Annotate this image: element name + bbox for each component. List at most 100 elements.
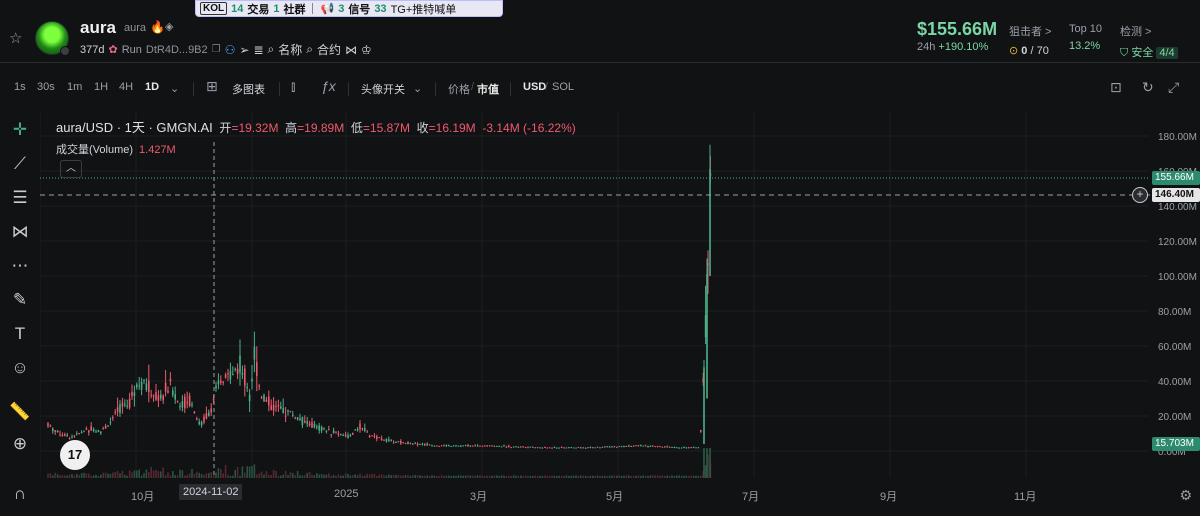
tradingview-logo[interactable]: 17 [60,440,90,470]
toolbar-divider [510,82,511,96]
currency-sol[interactable]: SOL [552,81,574,93]
volume-bar [472,475,474,478]
candle-body [649,446,652,448]
price-toggle[interactable]: 价格 [448,81,470,97]
add-alert-icon[interactable]: + [1132,187,1148,203]
candle-body [306,421,308,424]
candle-type-icon[interactable]: ⫾ [291,78,295,95]
volume-bar [306,472,308,478]
share-icon[interactable]: ⋈ [345,43,357,57]
volume-bar [455,475,457,478]
volume-bar [277,475,280,478]
token-address[interactable]: DtR4D...9B2 [146,44,208,56]
camera-icon[interactable]: ⊡ [1110,79,1122,96]
volume-bar [589,475,592,478]
volume-bar [570,475,572,478]
price-change-row: 24h +190.10% [917,41,997,53]
volume-bar [320,474,323,478]
volume-bar [330,475,332,478]
toolbar-divider [348,82,349,96]
candle-body [121,402,124,407]
interval-1d[interactable]: 1D [145,81,159,93]
candle-body [448,445,450,447]
emoji-icon[interactable]: ☺ [8,356,32,380]
volume-bar [71,474,73,478]
candle-body [584,447,587,449]
x-tick-jul: 7月 [742,491,760,503]
collapse-legend-button[interactable]: ︿ [60,160,82,178]
list-icon[interactable]: ≣ [253,43,263,57]
search-contract-link[interactable]: 合约 [317,41,341,58]
user-icon[interactable]: ⚇ [225,43,236,57]
candle-body [76,433,78,435]
candle-body [428,444,431,446]
volume-bar [532,475,534,478]
x-tick-sep: 9月 [880,491,898,503]
volume-bar [709,448,711,478]
candle-body [282,407,284,413]
x-tick-nov: 11月 [1014,491,1037,503]
copy-icon[interactable]: ❐ [212,44,221,55]
volume-bar [421,475,424,478]
reset-icon[interactable]: ↻ [1142,79,1154,96]
volume-bar [390,475,392,478]
volume-bar [244,472,246,478]
pattern-icon[interactable]: ⋈ [8,220,32,244]
interval-1s[interactable]: 1s [14,81,26,93]
telegram-icon[interactable]: ➢ [239,43,249,57]
chart-canvas[interactable]: 180.00M160.00M140.00M120.00M100.00M80.00… [40,112,1200,516]
interval-1h[interactable]: 1H [94,81,108,93]
candle-body [640,445,642,447]
search-contract-icon[interactable]: ⌕ [306,42,313,57]
candle-body [155,392,157,400]
check-stat[interactable]: 检测 > ⛉ 安全 4/4 [1120,23,1178,60]
volume-bar [260,471,263,478]
interval-1m[interactable]: 1m [67,81,82,93]
volume-bar [404,474,407,478]
kol-banner[interactable]: KOL 14 交易 1 社群 📢 3 信号 33 TG+推特喊单 [195,0,503,17]
interval-4h[interactable]: 4H [119,81,133,93]
range-icon[interactable]: ⋯ [8,254,32,278]
search-name-link[interactable]: 名称 [278,41,302,58]
chart-ohlc-legend: aura/USD · 1天 · GMGN.AI 开=19.32M 高=19.89… [56,117,576,136]
candle-body [347,435,349,439]
mcap-toggle[interactable]: 市值 [477,81,499,97]
add-chart-icon[interactable]: ⊞ [206,78,218,95]
ruler-icon[interactable]: 📏 [8,400,32,424]
top10-label: Top 10 [1069,23,1103,35]
volume-bar [97,475,100,478]
crosshair-icon[interactable]: ✛ [8,118,32,142]
candle-body [703,367,705,444]
token-header: ☆ aura aura 🔥 ◈ 377d ✿ Run DtR4D...9B2 ❐… [0,17,1200,63]
crown-icon[interactable]: ♔ [361,43,372,57]
volume-bar [692,475,695,478]
sniper-stat[interactable]: 狙击者 > ⊙ 0 / 70 [1009,23,1051,57]
volume-bar [88,473,90,478]
text-icon[interactable]: T [8,322,32,346]
candle-body [380,438,383,441]
chart-settings-icon[interactable]: ⚙ [1179,487,1192,504]
multi-chart-button[interactable]: 多图表 [232,81,265,97]
fullscreen-icon[interactable]: ⤢ [1168,79,1179,96]
price-chart[interactable]: 180.00M160.00M140.00M120.00M100.00M80.00… [40,112,1200,516]
interval-dropdown-icon[interactable]: ⌄ [170,82,179,95]
currency-usd[interactable]: USD [523,81,546,93]
magnet-icon[interactable]: ∩ [8,482,32,506]
avatar-toggle-dropdown-icon[interactable]: ⌄ [413,82,422,95]
interval-30s[interactable]: 30s [37,81,55,93]
candle-body [695,447,697,449]
volume-bar [340,475,342,478]
avatar-toggle[interactable]: 头像开关 [361,81,405,97]
volume-bar [138,469,140,478]
indicators-icon[interactable]: ƒx [321,78,336,94]
horizontal-lines-icon[interactable]: ☰ [8,186,32,210]
star-icon[interactable]: ☆ [9,29,22,47]
candle-body [469,445,472,447]
trendline-icon[interactable]: ⟋ [8,152,32,176]
volume-bar [481,475,484,478]
candle-body [119,404,121,414]
zoom-in-icon[interactable]: ⊕ [8,432,32,456]
brush-icon[interactable]: ✎ [8,288,32,312]
search-name-icon[interactable]: ⌕ [268,42,275,57]
candle-body [505,446,508,448]
